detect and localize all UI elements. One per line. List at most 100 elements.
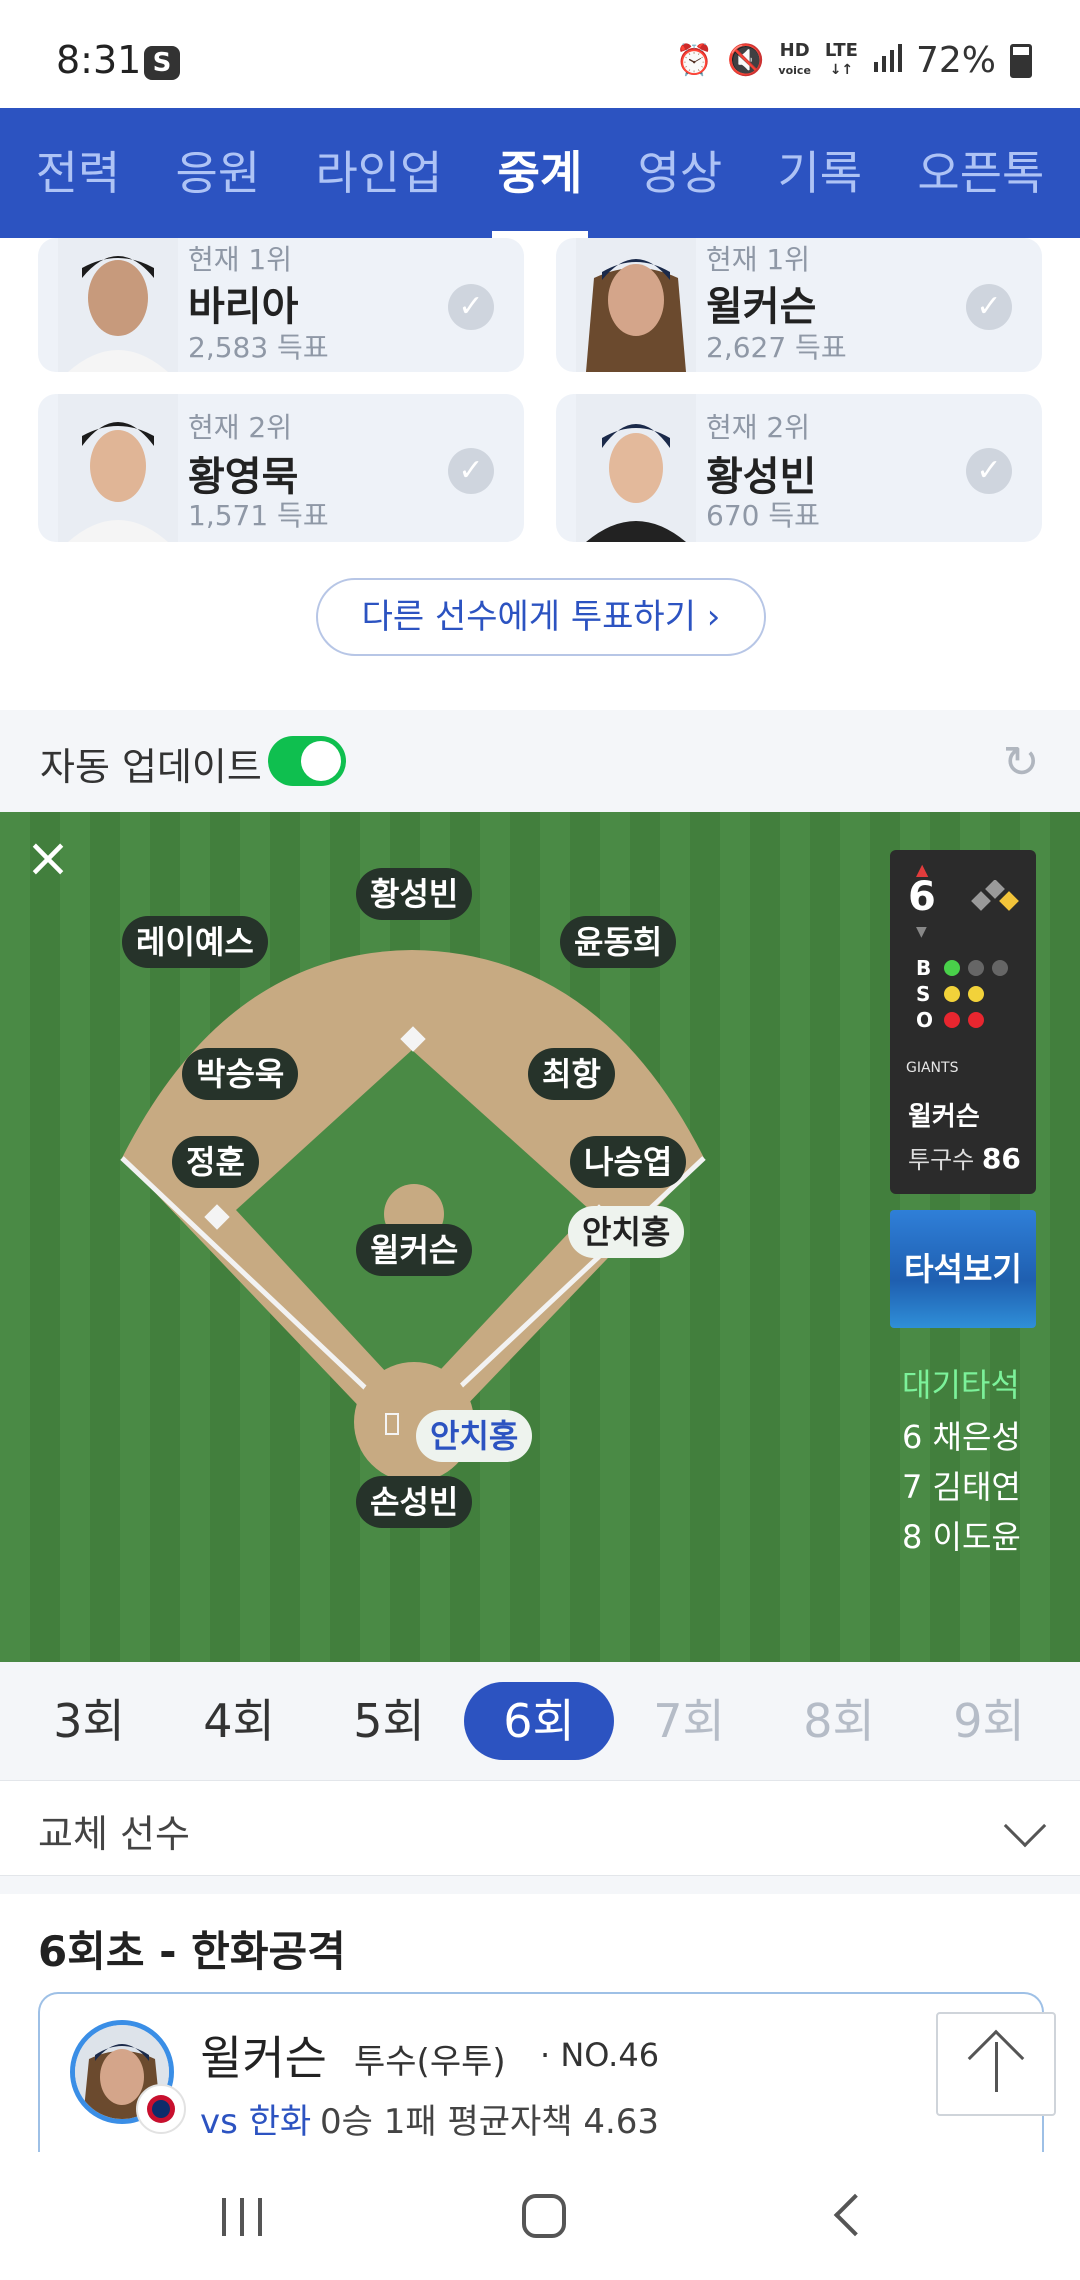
top-tab-bar: 전력 응원 라인업 중계 영상 기록 오픈톡 — [0, 108, 1080, 238]
inning-number: 6 — [908, 874, 936, 920]
strike-dot — [968, 986, 984, 1002]
signal-icon — [872, 40, 902, 81]
fielder-left[interactable]: 레이예스 — [122, 916, 268, 968]
pitcher-name: 윌커슨 — [200, 2031, 327, 2085]
auto-update-label: 자동 업데이트 — [40, 745, 262, 789]
substitution-row[interactable]: 교체 선수 — [0, 1780, 1080, 1876]
pitcher-card[interactable]: 윌커슨 투수(우투) · NO.46 vs 한화 0승 1패 평균자책 4.63 — [38, 1992, 1044, 2172]
player-photo — [58, 394, 178, 542]
inning-4[interactable]: 4회 — [164, 1682, 314, 1760]
on-deck-batter: 7 김태연 — [902, 1468, 1021, 1506]
mute-icon: 🔇 — [727, 43, 765, 78]
ball-dot — [944, 960, 960, 976]
tab-lineup[interactable]: 라인업 — [309, 108, 448, 238]
status-icons: ⏰ 🔇 HD voice LTE ↓↑ 72% — [676, 40, 1032, 81]
baseball-field: × 황성빈 레이예스 윤동희 박승욱 최항 정훈 나승엽 안치홍 윌커슨 안치홍… — [0, 812, 1080, 1662]
bases-icon — [971, 880, 1019, 911]
close-icon[interactable]: × — [24, 831, 72, 885]
strike-label: S — [916, 982, 931, 1006]
battery-icon — [1010, 43, 1032, 78]
samsung-app-icon: S — [144, 46, 180, 80]
giants-logo: GIANTS — [906, 1060, 959, 1076]
inning-7[interactable]: 7회 — [614, 1682, 764, 1760]
ball-dot — [992, 960, 1008, 976]
player-photo — [576, 394, 696, 542]
fielder-catcher[interactable]: 손성빈 — [356, 1476, 473, 1528]
on-deck-batter: 8 이도윤 — [902, 1518, 1021, 1556]
vote-other-player-button[interactable]: 다른 선수에게 투표하기 › — [316, 578, 766, 656]
fielder-first[interactable]: 나승엽 — [570, 1136, 687, 1188]
team-logo-badge — [136, 2084, 186, 2134]
divider — [0, 1876, 1080, 1894]
scroll-to-top-button[interactable] — [936, 2012, 1056, 2116]
status-bar: 8:31 S ⏰ 🔇 HD voice LTE ↓↑ 72% — [0, 0, 1080, 108]
vote-rank: 현재 1위 — [188, 243, 292, 276]
bottom-inning-arrow-icon: ▼ — [916, 924, 927, 940]
vote-count: 2,627 득표 — [706, 331, 847, 364]
current-pitcher-name: 윌커슨 — [908, 1102, 980, 1132]
hd-voice-icon: HD voice — [778, 39, 811, 77]
tab-records[interactable]: 기록 — [771, 108, 868, 238]
inning-8[interactable]: 8회 — [764, 1682, 914, 1760]
out-dot — [944, 1012, 960, 1028]
refresh-icon[interactable]: ↻ — [996, 738, 1046, 788]
vote-card[interactable]: 현재 2위 황성빈 670 득표 ✓ — [556, 394, 1042, 542]
inning-selector: 3회 4회 5회 6회 7회 8회 9회 — [0, 1662, 1080, 1780]
vote-card[interactable]: 현재 2위 황영묵 1,571 득표 ✓ — [38, 394, 524, 542]
fielder-right[interactable]: 윤동희 — [560, 916, 677, 968]
inning-3[interactable]: 3회 — [14, 1682, 164, 1760]
home-icon[interactable] — [522, 2194, 566, 2238]
inning-6[interactable]: 6회 — [464, 1682, 614, 1760]
fielder-second[interactable]: 최항 — [528, 1048, 615, 1100]
ball-label: B — [916, 956, 932, 980]
section-title: 6회초 - 한화공격 — [38, 1927, 346, 1976]
at-bat-view-button[interactable]: 타석보기 — [890, 1210, 1036, 1328]
player-photo — [58, 238, 178, 372]
strike-dot — [944, 986, 960, 1002]
check-icon[interactable]: ✓ — [448, 448, 494, 494]
check-icon[interactable]: ✓ — [966, 284, 1012, 330]
fielder-center[interactable]: 황성빈 — [356, 868, 473, 920]
vote-card[interactable]: 현재 1위 윌커슨 2,627 득표 ✓ — [556, 238, 1042, 372]
fielder-shortstop[interactable]: 박승욱 — [182, 1048, 299, 1100]
batter-label[interactable]: 안치홍 — [416, 1410, 533, 1462]
vote-rank: 현재 1위 — [706, 243, 810, 276]
on-deck-title: 대기타석 — [902, 1366, 1020, 1404]
vote-rank: 현재 2위 — [706, 411, 810, 444]
tab-cheer[interactable]: 응원 — [170, 108, 267, 238]
lte-icon: LTE ↓↑ — [824, 40, 858, 79]
pitcher-position: 투수(우투) — [354, 2042, 506, 2082]
tab-video[interactable]: 영상 — [632, 108, 729, 238]
battery-percent: 72% — [915, 40, 996, 81]
arrow-up-stem — [995, 2042, 998, 2092]
vote-count: 1,571 득표 — [188, 499, 329, 532]
vote-count: 2,583 득표 — [188, 331, 329, 364]
auto-update-toggle[interactable] — [268, 736, 346, 786]
inning-5[interactable]: 5회 — [314, 1682, 464, 1760]
alarm-icon: ⏰ — [675, 43, 714, 78]
inning-9[interactable]: 9회 — [914, 1682, 1064, 1760]
fielder-pitcher[interactable]: 윌커슨 — [356, 1224, 473, 1276]
tab-broadcast[interactable]: 중계 — [491, 108, 589, 238]
on-deck-batter: 6 채은성 — [902, 1418, 1021, 1456]
runner-first-base[interactable]: 안치홍 — [568, 1206, 685, 1258]
pitcher-record: 0승 1패 평균자책 4.63 — [320, 2102, 660, 2142]
tab-open-talk[interactable]: 오픈톡 — [911, 108, 1050, 238]
fielder-third[interactable]: 정훈 — [172, 1136, 259, 1188]
check-icon[interactable]: ✓ — [966, 448, 1012, 494]
chevron-down-icon[interactable] — [1003, 1804, 1047, 1848]
player-name: 바리아 — [188, 284, 299, 330]
vote-card[interactable]: 현재 1위 바리아 2,583 득표 ✓ — [38, 238, 524, 372]
system-nav-bar — [0, 2152, 1080, 2280]
opponent-label: vs 한화 — [200, 2102, 312, 2142]
tab-power[interactable]: 전력 — [30, 108, 127, 238]
back-icon[interactable] — [833, 2193, 877, 2237]
out-label: O — [916, 1008, 934, 1032]
toggle-knob — [301, 741, 341, 781]
recent-apps-icon[interactable] — [222, 2198, 262, 2236]
auto-update-bar: 자동 업데이트 ↻ — [0, 710, 1080, 812]
check-icon[interactable]: ✓ — [448, 284, 494, 330]
clock: 8:31 — [56, 38, 142, 82]
vote-rank: 현재 2위 — [188, 411, 292, 444]
substitution-label: 교체 선수 — [38, 1812, 190, 1856]
